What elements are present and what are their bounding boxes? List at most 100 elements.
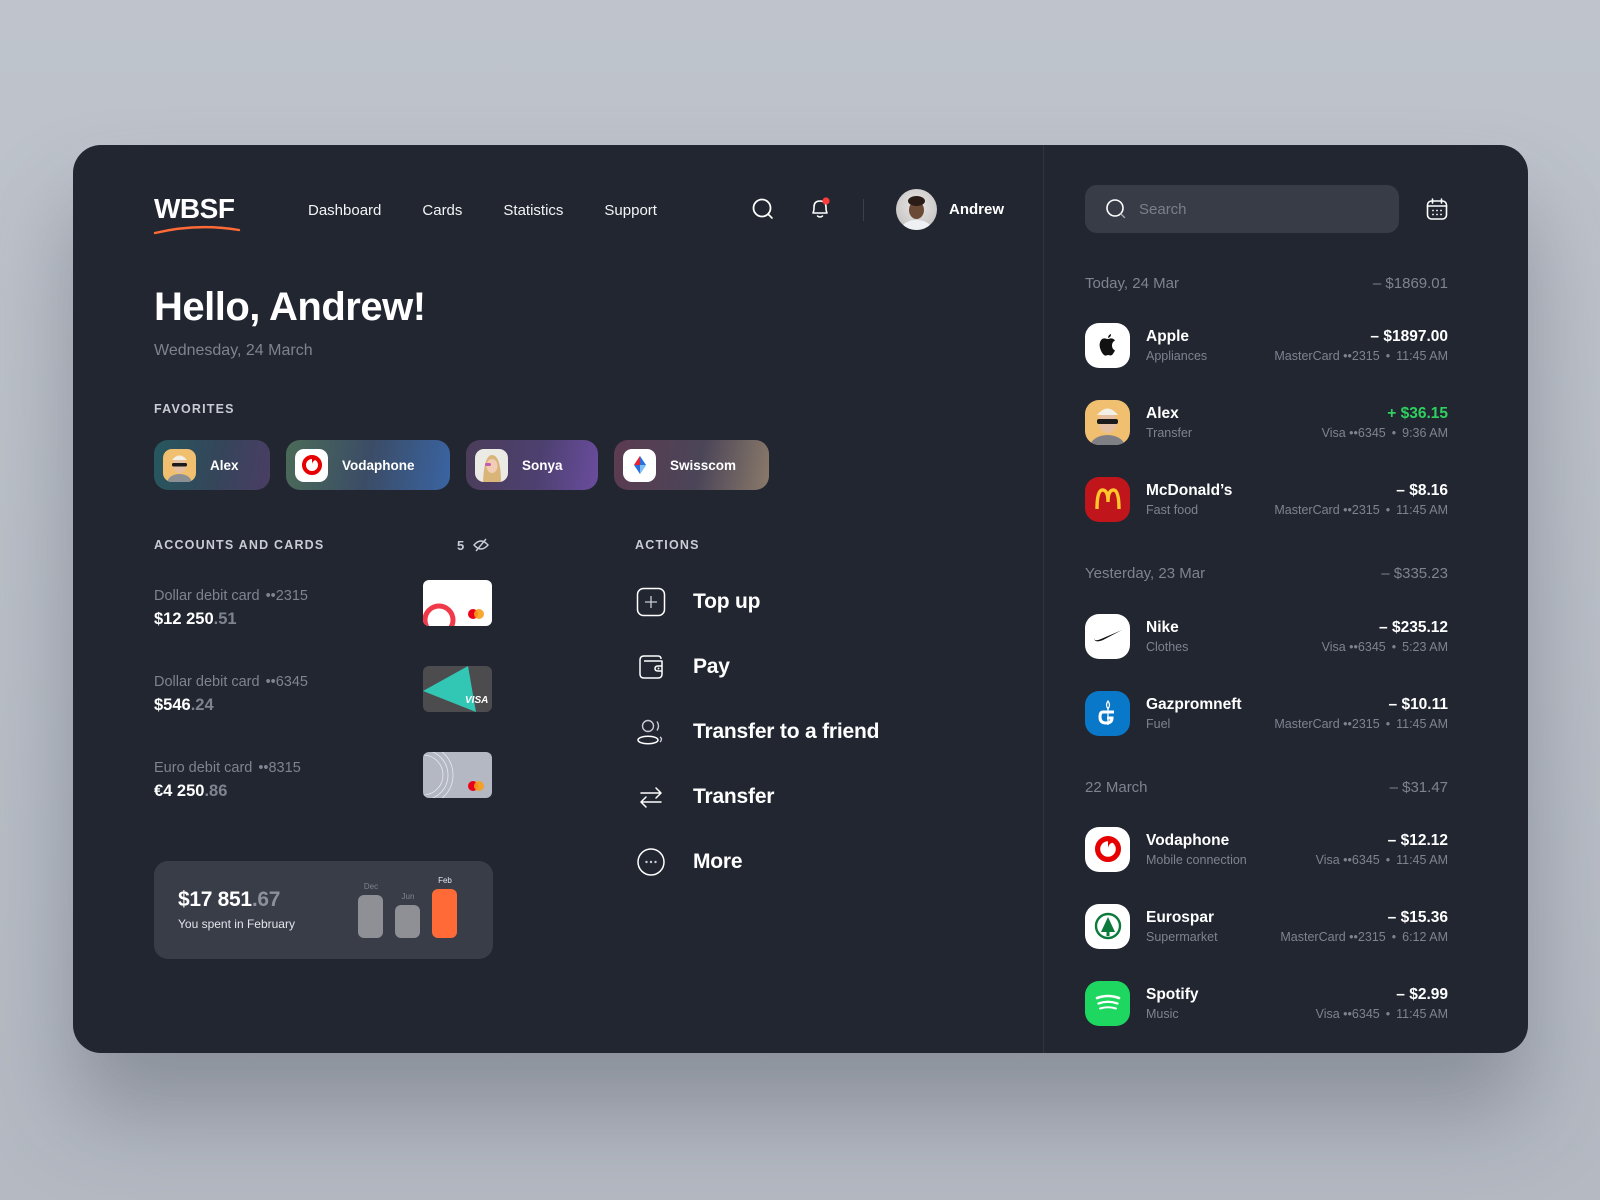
transaction-row[interactable]: McDonald’s Fast food – $8.16 MasterCard ••… (1085, 476, 1448, 522)
nav-cards[interactable]: Cards (422, 202, 462, 219)
favorite-name: Vodaphone (342, 457, 415, 473)
account-item[interactable]: Dollar debit card ••6345 $546.24 VISA (154, 666, 494, 720)
action-label: Transfer to a friend (693, 720, 880, 743)
header-divider (863, 199, 864, 221)
merchant-category: Appliances (1146, 348, 1208, 363)
spending-bar-dec[interactable] (358, 895, 383, 938)
merchant-name: McDonald’s (1146, 481, 1233, 499)
group-total: – $335.23 (1381, 565, 1448, 582)
action-pay[interactable]: Pay (635, 651, 730, 683)
card-thumbnail-white[interactable] (423, 580, 492, 626)
mastercard-logo-icon (423, 752, 484, 798)
account-item[interactable]: Dollar debit card ••2315 $12 250.51 (154, 580, 494, 634)
avatar-alex-icon (163, 448, 196, 482)
accounts-count: 5 (457, 538, 465, 553)
nav-dashboard[interactable]: Dashboard (308, 202, 381, 219)
transaction-row[interactable]: Eurospar Supermarket – $15.36 MasterCard •… (1085, 903, 1448, 949)
spending-caption: You spent in February (178, 917, 295, 931)
merchant-name: Spotify (1146, 985, 1199, 1003)
account-mask: ••2315 (265, 588, 308, 604)
transaction-amount: – $8.16 (1396, 481, 1448, 499)
group-total: – $31.47 (1389, 779, 1448, 796)
transaction-card: MasterCard ••2315 (1274, 348, 1380, 363)
transaction-card: MasterCard ••2315 (1274, 502, 1380, 517)
accounts-label: ACCOUNTS AND CARDS (154, 538, 325, 552)
svg-text:VISA: VISA (465, 695, 488, 706)
action-transfer-to-friend[interactable]: Transfer to a friend (635, 716, 879, 748)
card-thumbnail-teal[interactable]: VISA (423, 666, 492, 712)
favorite-swisscom[interactable]: Swisscom (614, 440, 769, 490)
spending-bar-jun[interactable] (395, 905, 420, 938)
transaction-time: 11:45 AM (1396, 1006, 1448, 1021)
account-balance: $546 (154, 696, 191, 714)
swisscom-logo-icon (623, 448, 656, 482)
account-mask: ••8315 (258, 760, 301, 776)
group-date: Yesterday, 23 Mar (1085, 565, 1206, 582)
hide-balance-icon[interactable] (473, 538, 489, 552)
group-total: – $1869.01 (1372, 275, 1448, 292)
spending-bar-label: Jun (401, 892, 415, 901)
merchant-category: Fuel (1146, 716, 1171, 731)
mastercard-logo-icon (423, 603, 484, 626)
transaction-row[interactable]: Vodaphone Mobile connection – $12.12 Visa … (1085, 826, 1448, 872)
transaction-row[interactable]: Nike Clothes – $235.12 Visa ••6345 • 5:23 AM (1085, 613, 1448, 659)
action-transfer[interactable]: Transfer (635, 781, 774, 813)
group-date: Today, 24 Mar (1085, 275, 1179, 292)
current-date: Wednesday, 24 March (154, 342, 313, 359)
transaction-card: Visa ••6345 (1321, 425, 1386, 440)
monthly-spending-card[interactable]: $17 851.67 You spent in February Dec Jun F… (154, 861, 493, 959)
favorite-alex[interactable]: Alex (154, 440, 270, 490)
avatar-alex-icon (1085, 399, 1130, 445)
transaction-amount: – $2.99 (1396, 985, 1448, 1003)
bell-icon[interactable] (808, 197, 832, 221)
actions-label: ACTIONS (635, 538, 700, 552)
merchant-category: Mobile connection (1146, 852, 1247, 867)
nav-support[interactable]: Support (604, 202, 657, 219)
user-avatar[interactable] (896, 189, 937, 230)
favorite-vodaphone[interactable]: Vodaphone (286, 440, 450, 490)
action-more[interactable]: More (635, 846, 743, 878)
favorite-sonya[interactable]: Sonya (466, 440, 598, 490)
transaction-row[interactable]: Spotify Music – $2.99 Visa ••6345 • 11:45 AM (1085, 980, 1448, 1026)
calendar-icon[interactable] (1425, 197, 1449, 221)
arrows-swap-icon (635, 781, 667, 813)
action-label: Pay (693, 655, 730, 678)
account-balance: $12 250 (154, 610, 214, 628)
more-circle-icon (635, 846, 667, 878)
search-input[interactable] (1139, 200, 1379, 218)
search-icon[interactable] (751, 197, 775, 221)
mcdonalds-logo-icon (1085, 476, 1130, 522)
merchant-category: Clothes (1146, 639, 1189, 654)
app-window: WBSF Dashboard Cards Statistics Support (73, 145, 1528, 1053)
search-box[interactable] (1085, 185, 1399, 233)
account-balance: €4 250 (154, 782, 205, 800)
transaction-time: 9:36 AM (1402, 425, 1448, 440)
logo[interactable]: WBSF (154, 193, 235, 225)
card-thumbnail-grey[interactable] (423, 752, 492, 798)
nav-statistics[interactable]: Statistics (503, 202, 563, 219)
user-name[interactable]: Andrew (949, 201, 1004, 218)
transaction-card: MasterCard ••2315 (1274, 716, 1380, 731)
transaction-row[interactable]: Apple Appliances – $1897.00 MasterCard ••2… (1085, 322, 1448, 368)
spending-bar-label: Dec (363, 882, 379, 891)
favorite-name: Swisscom (670, 457, 737, 473)
transaction-row[interactable]: Gazpromneft Fuel – $10.11 MasterCard ••231… (1085, 690, 1448, 736)
group-date: 22 March (1085, 779, 1148, 796)
transaction-amount: – $15.36 (1387, 908, 1448, 926)
action-label: Transfer (693, 785, 775, 808)
account-title: Euro debit card (154, 760, 253, 776)
transaction-card: Visa ••6345 (1321, 639, 1386, 654)
account-item[interactable]: Euro debit card ••8315 €4 250.86 (154, 752, 494, 806)
merchant-category: Transfer (1146, 425, 1193, 440)
spotify-logo-icon (1085, 980, 1130, 1026)
merchant-name: Eurospar (1146, 908, 1215, 926)
search-icon (1106, 199, 1126, 219)
action-top-up[interactable]: Top up (635, 586, 760, 618)
spending-bar-feb[interactable] (432, 889, 457, 938)
transaction-time: 11:45 AM (1396, 852, 1448, 867)
action-label: Top up (693, 590, 761, 613)
transaction-time: 11:45 AM (1396, 348, 1448, 363)
nike-logo-icon (1085, 613, 1130, 659)
logo-swoosh-icon (153, 225, 241, 235)
transaction-row[interactable]: Alex Transfer + $36.15 Visa ••6345 • 9:36 AM (1085, 399, 1448, 445)
